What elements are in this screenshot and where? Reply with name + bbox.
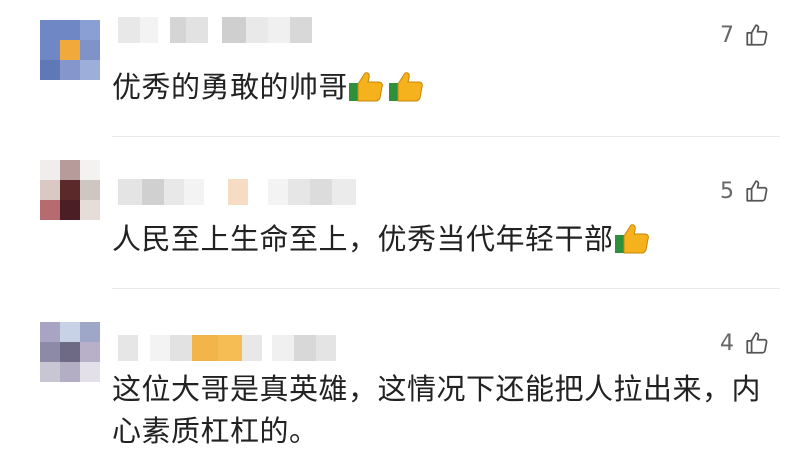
username-blurred[interactable]: [118, 16, 312, 44]
username-blurred[interactable]: [118, 178, 356, 206]
comment-item: 4 这位大哥是真英雄，这情况下还能把人拉出来，内 心素质杠杠的。: [0, 290, 800, 461]
thumbs-up-outline-icon: [744, 178, 770, 204]
like-count: 7: [720, 22, 734, 48]
divider: [112, 288, 780, 289]
divider: [112, 136, 780, 137]
avatar[interactable]: [40, 160, 100, 220]
comment-item: 5 人民至上生命至上，优秀当代年轻干部: [0, 138, 800, 290]
like-button[interactable]: 5: [720, 178, 770, 204]
comment-body: 人民至上生命至上，优秀当代年轻干部: [112, 222, 614, 256]
like-button[interactable]: 7: [720, 22, 770, 48]
comment-body: 优秀的勇敢的帅哥: [112, 70, 349, 104]
like-count: 4: [720, 330, 734, 356]
thumbs-up-outline-icon: [744, 22, 770, 48]
username-blurred[interactable]: [118, 334, 336, 362]
comment-body-line-2: 心素质杠杠的。: [112, 414, 319, 448]
comment-text: 这位大哥是真英雄，这情况下还能把人拉出来，内 心素质杠杠的。: [112, 368, 761, 452]
avatar[interactable]: [40, 322, 100, 382]
comment-body-line-1: 这位大哥是真英雄，这情况下还能把人拉出来，内: [112, 372, 762, 406]
comment-text: 优秀的勇敢的帅哥: [112, 66, 424, 114]
like-button[interactable]: 4: [720, 330, 770, 356]
like-count: 5: [720, 178, 734, 204]
thumbs-up-emoji-icon: [348, 69, 384, 114]
comment-text: 人民至上生命至上，优秀当代年轻干部: [112, 218, 650, 266]
comment-item: 7 优秀的勇敢的帅哥: [0, 0, 800, 138]
thumbs-up-emoji-icon: [614, 221, 650, 266]
thumbs-up-outline-icon: [744, 330, 770, 356]
avatar[interactable]: [40, 20, 100, 80]
thumbs-up-emoji-icon: [388, 69, 424, 114]
